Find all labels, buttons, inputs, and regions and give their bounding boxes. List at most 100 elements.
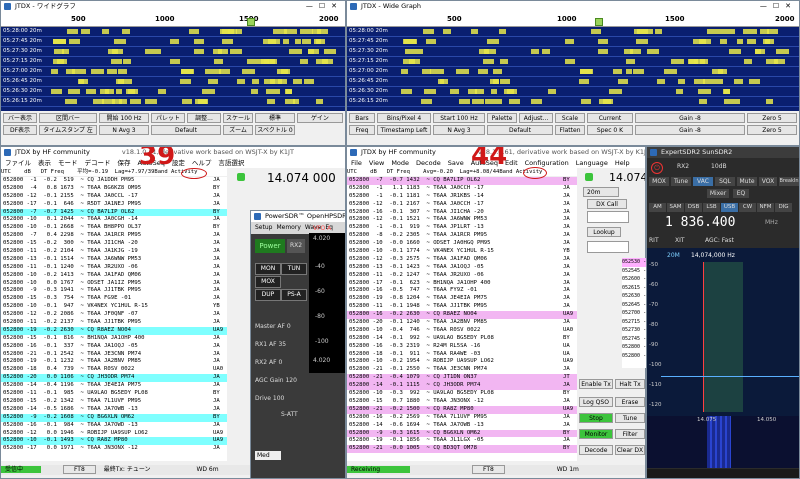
log-qso-button[interactable]: Log QSO <box>579 397 613 407</box>
activity-row[interactable]: 052745 -19 <box>622 335 646 344</box>
tab-memory[interactable]: Memory <box>276 224 300 231</box>
erase-button[interactable]: Erase <box>615 397 645 407</box>
decode-row[interactable]: 052800 -14 -0.1 992 ~ UA9LAO BG5EDY PL08… <box>347 335 577 343</box>
decode-row[interactable]: 052800 -10 -0.1 1493 ~ CQ RA8Z MP80 UA9 <box>1 437 227 446</box>
activity-row[interactable]: 052800 -12 <box>622 352 646 361</box>
activity-row[interactable]: 052545 -16 <box>622 267 646 276</box>
bars-checkbox[interactable]: Bars <box>349 113 375 123</box>
decode-row[interactable]: 052800 -19 -0.1 1856 ~ T6AA JL1LGX -05 JA <box>347 437 577 445</box>
gain-slider[interactable]: Gain -8 <box>635 113 745 123</box>
decode-row[interactable]: 052800 -12 0.0 1946 ~ ROBIJP UA9SUP LO62… <box>1 430 227 438</box>
decode-row[interactable]: 052800 -20 -0.1 1240 ~ T6AA JA2BNV PM85 J… <box>347 319 577 327</box>
powersdr-titlebar[interactable]: PowerSDR™ OpenHPSDR mRX <box>251 211 345 222</box>
decode-row[interactable]: 052800 -13 -0.1 1514 ~ T6AA JA6WNW PM53 J… <box>1 256 227 264</box>
band-select[interactable]: 20m <box>583 187 619 197</box>
window-controls[interactable]: —☐✕ <box>306 1 343 12</box>
navg-spinbox[interactable]: N Avg 3 <box>433 125 485 135</box>
decode-row[interactable]: 052800 -1 -0.1 919 ~ T6AA JP1LRT -13 JA <box>347 224 577 232</box>
timestamp-select[interactable]: Timestamp Left <box>377 125 431 135</box>
decode-row[interactable]: 052800 -4 0.8 1673 ~ T6AA BG6KZ8 OM95 BY <box>1 185 227 193</box>
activity-row[interactable]: 052700 -12 <box>622 309 646 318</box>
mode-am-button[interactable]: AM <box>649 203 666 212</box>
dx-grid-input[interactable] <box>587 241 629 253</box>
tune-button[interactable]: Tune <box>671 177 691 186</box>
decode-row[interactable]: 052800 -12 -0.1 1521 ~ T6AA JA6WNW PM53 J… <box>347 216 577 224</box>
spectrum-select[interactable]: Current <box>587 113 633 123</box>
scale-checkbox[interactable]: スケール <box>223 113 253 123</box>
menu-help[interactable]: Help <box>615 159 630 167</box>
decode-row[interactable]: 052800 -11 -0.1 985 ~ UA9LAO BG5EDY PL08… <box>1 390 227 398</box>
menu-save[interactable]: Save <box>448 159 464 167</box>
decode-row[interactable]: 052800 -11 -0.1 1948 ~ T6AA JJ1TBK PM95 J… <box>347 303 577 311</box>
tx-marker[interactable] <box>247 18 255 26</box>
clear-dx-button[interactable]: Clear DX <box>615 445 645 455</box>
timestamp-select[interactable]: タイムスタンプ 左 <box>39 125 97 135</box>
activity-row[interactable]: 052530 -15 <box>622 258 646 267</box>
decode-row[interactable]: 052800 -21 -0.1 2542 ~ T6AA JE3CNN PM74 J… <box>1 351 227 359</box>
waterfall[interactable]: 05:28:00 20m 05:27:45 20m 05:27:30 20m 0… <box>347 27 799 111</box>
decode-row[interactable]: 052800 -17 -0.1 646 ~ R5DT JA1NEJ PM95 JA <box>1 201 227 209</box>
menu-configuration[interactable]: Configuration <box>525 159 569 167</box>
decode-row[interactable]: 052800 -21 -0.4 1079 ~ CQ JT1DN ON37 JT <box>347 374 577 383</box>
drive-slider[interactable]: Drive 100 <box>255 395 284 402</box>
menu-mode[interactable]: Mode <box>391 159 409 167</box>
menu-file[interactable]: ファイル <box>5 159 31 167</box>
adjust-button[interactable]: Adjust... <box>519 113 553 123</box>
menu-help[interactable]: ヘルプ <box>192 159 212 167</box>
decode-row[interactable]: 052800 -21 -0.2 1500 ~ CQ RA8Z MP80 UA9 <box>347 405 577 414</box>
filter-button[interactable]: Filter <box>615 429 645 439</box>
tx-marker[interactable] <box>595 18 603 26</box>
decode-row[interactable]: 052800 -15 -0.2 300 ~ T6AA JI1CHA -20 JA <box>1 240 227 248</box>
breakin-button[interactable]: BreakIn <box>779 177 799 186</box>
agc-mode-select[interactable]: Med <box>255 451 281 460</box>
lookup-button[interactable]: Lookup <box>587 227 621 237</box>
decode-row[interactable]: 052800 -10 -0.1 947 ~ VK4NEX YC1HUL R-15… <box>1 303 227 311</box>
decode-row[interactable]: 052800 -14 -0.5 1686 ~ T6AA JA7OWB -13 JA <box>1 406 227 414</box>
decode-row[interactable]: 052800 -7 -0.7 1425 ~ CQ BA7LIP OL62 BY <box>1 208 227 217</box>
monitor-button[interactable]: Monitor <box>579 429 613 439</box>
decode-row[interactable]: 052800 -10 -0.0 1660 ~ ODSET JA0HGQ PM95… <box>347 240 577 248</box>
decode-list[interactable]: 052800 -1 -0.2 519 ~ CQ JA1DDH PM95 JA 052… <box>1 177 227 461</box>
xit-button[interactable]: XIT <box>675 237 685 244</box>
start-spinbox[interactable]: Start 100 Hz <box>433 113 485 123</box>
decode-list[interactable]: 052800 -7 -0.7 1432 ~ CQ BA7LIP OL62 BY 05… <box>347 177 577 461</box>
palette-select[interactable]: Default <box>151 125 221 135</box>
enable-tx-button[interactable]: Enable Tx <box>579 379 613 389</box>
decode-row[interactable]: 052800 -17 0.0 1971 ~ T6AA JN3ONX -12 JA <box>1 445 227 453</box>
left-wide-graph-titlebar[interactable]: JTDX - ワイドグラフ —☐✕ <box>1 1 345 12</box>
filter-passband[interactable] <box>703 262 743 412</box>
dx-activity-list[interactable]: 052530 -15052545 -16052600 -10052615 -21… <box>622 258 646 368</box>
decode-row[interactable]: 052800 -19 -0.8 1204 ~ T6AA JE4EIA PM75 J… <box>347 295 577 303</box>
decode-row[interactable]: 052800 -18 0.4 739 ~ T6AA R0SV 0022 UA0 <box>1 366 227 374</box>
ps-a-button[interactable]: PS-A <box>281 289 307 301</box>
decode-row[interactable]: 052800 -15 -0.2 1342 ~ T6AA 7L1UVF PM95 J… <box>1 398 227 406</box>
decode-row[interactable]: 052800 -19 -0.2 2630 ~ CQ R8AEZ NO04 UA9 <box>1 326 227 335</box>
decode-row[interactable]: 052800 -10 -0.4 746 ~ T6AA R0SV 0022 UA0 <box>347 327 577 335</box>
decode-row[interactable]: 052800 -11 -0.2 2137 ~ T6AA JJ1TBK PM95 J… <box>1 319 227 327</box>
mode-lsb-button[interactable]: LSB <box>703 203 720 212</box>
decode-row[interactable]: 052800 -15 -0.1 816 ~ BH1NQA JA1OHP 400 J… <box>1 335 227 343</box>
decode-row[interactable]: 052800 -14 -0.4 1196 ~ T6AA JE4EIA PM75 J… <box>1 382 227 390</box>
decode-button[interactable]: Decode <box>579 445 613 455</box>
palette-button[interactable]: パレット <box>151 113 185 123</box>
window-controls[interactable]: —☐✕ <box>760 1 797 12</box>
menu-mode[interactable]: モード <box>58 159 78 167</box>
mode-sam-button[interactable]: SAM <box>667 203 684 212</box>
mixer-button[interactable]: Mixer <box>707 189 729 198</box>
rx1-af-slider[interactable]: RX1 AF 35 <box>255 341 286 348</box>
rx2-button[interactable]: RX2 <box>287 239 305 253</box>
vox-button[interactable]: VOX <box>759 177 777 186</box>
decode-row[interactable]: 052800 -10 0.0 1767 ~ ODSET JA1IZ PM95 JA <box>1 280 227 288</box>
decode-row[interactable]: 052800 -10 0.1 2044 ~ T6AA JA0CGH -14 JA <box>1 216 227 224</box>
decode-row[interactable]: 052800 -17 -0.1 623 ~ BH1NQA JA1OHP 400 J… <box>347 280 577 288</box>
start-spinbox[interactable]: 開始 100 Hz <box>99 113 149 123</box>
rit-button[interactable]: RIT <box>649 237 659 244</box>
decode-row[interactable]: 052800 -20 0.0 1106 ~ CQ JH3ODR PM74 JA <box>1 374 227 383</box>
adjust-button[interactable]: 調整... <box>187 113 221 123</box>
expertsdr-titlebar[interactable]: ExpertSDR2 SunSDR2 <box>647 147 799 158</box>
dup-button[interactable]: DUP <box>255 289 281 301</box>
decode-row[interactable]: 052800 -1 1.1 1183 ~ T6AA JA0CCH -17 JA <box>347 185 577 193</box>
decode-row[interactable]: 052800 -16 -0.5 747 ~ T6AA FY9Z -01 JA <box>347 287 577 295</box>
rx-select[interactable]: RX2 <box>677 163 689 170</box>
menu-decode[interactable]: デコード <box>85 159 111 167</box>
